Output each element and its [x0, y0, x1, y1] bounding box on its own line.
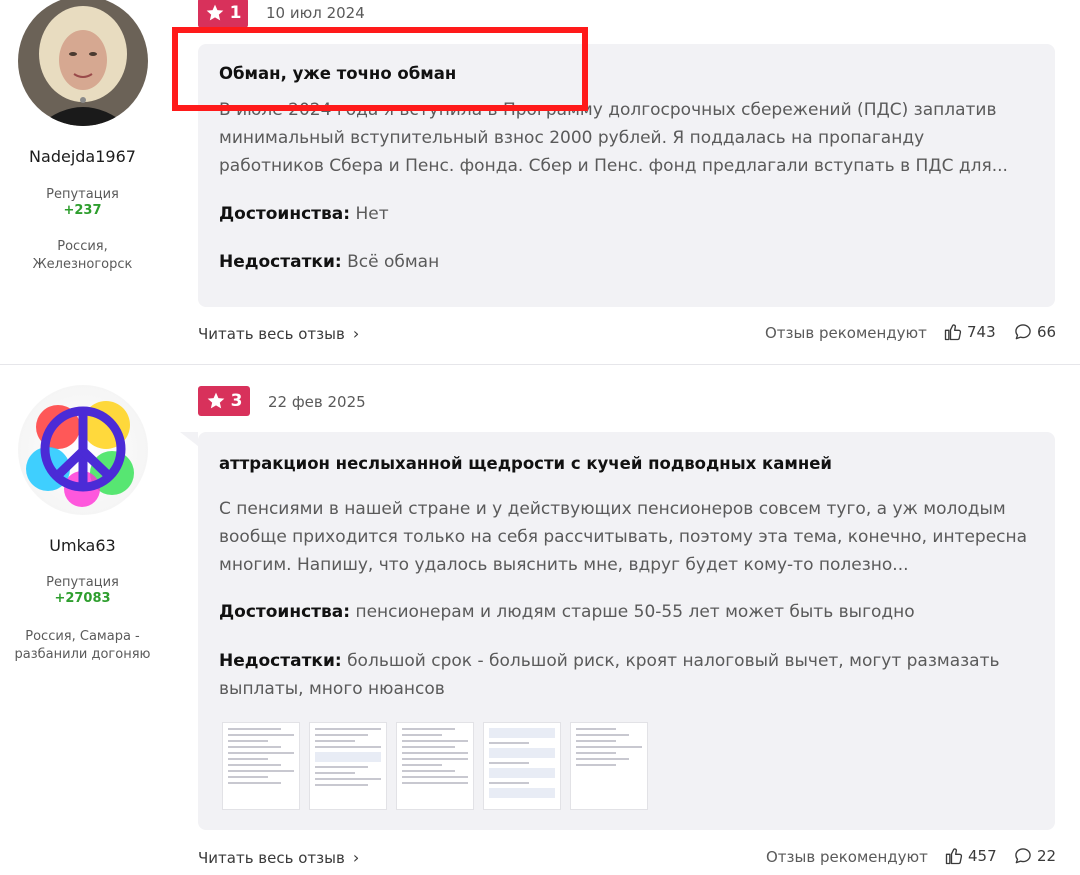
review-cons: Недостатки: большой срок - большой риск,…	[219, 647, 1034, 703]
read-more-label: Читать весь отзыв	[198, 324, 345, 343]
pros-text: пенсионерам и людям старше 50-55 лет мож…	[355, 602, 915, 622]
reputation-label: Репутация	[46, 187, 119, 202]
reputation-value: +27083	[54, 591, 111, 606]
pros-label: Достоинства:	[219, 602, 351, 622]
author-location: Россия, Самара - разбанили догоняю	[14, 629, 151, 662]
rating-badge: 1	[198, 0, 248, 28]
comments-count: 22	[1037, 847, 1057, 865]
thumbs-up-icon	[945, 848, 963, 865]
review-date: 10 июл 2024	[266, 4, 365, 22]
cons-text: Всё обман	[347, 252, 440, 272]
highlight-annotation	[172, 27, 588, 111]
review-pros: Достоинства: пенсионерам и людям старше …	[219, 598, 1034, 626]
recommend-label: Отзыв рекомендуют	[766, 848, 928, 866]
photo-thumbnail[interactable]	[309, 722, 387, 810]
avatar-photo	[18, 0, 148, 126]
like-button[interactable]: 743	[943, 322, 996, 342]
read-more-label: Читать весь отзыв	[198, 848, 345, 867]
comments-button[interactable]: 22	[1013, 846, 1056, 866]
avatar[interactable]	[18, 0, 148, 126]
cons-label: Недостатки:	[219, 651, 342, 671]
thumbs-up-icon	[944, 324, 962, 341]
review-card: Umka63 Репутация +27083 Россия, Самара -…	[0, 365, 1080, 875]
comment-icon	[1015, 848, 1031, 864]
rating-value: 1	[229, 3, 242, 23]
rating-badge: 3	[198, 386, 250, 416]
read-more-link[interactable]: Читать весь отзыв ›	[198, 848, 359, 867]
author-name[interactable]: Nadejda1967	[0, 147, 165, 166]
peace-sign-avatar	[18, 385, 148, 515]
review-title[interactable]: аттракцион неслыханной щедрости с кучей …	[219, 454, 832, 473]
review-date: 22 фев 2025	[268, 393, 366, 411]
review-cons: Недостатки: Всё обман	[219, 248, 1034, 276]
photo-thumbnail[interactable]	[483, 722, 561, 810]
cons-label: Недостатки:	[219, 252, 342, 272]
recommend-label: Отзыв рекомендуют	[765, 324, 927, 342]
card-pointer	[180, 432, 198, 446]
author-location: Россия, Железногорск	[32, 239, 133, 272]
comments-button[interactable]: 66	[1013, 322, 1056, 342]
star-icon	[206, 4, 223, 21]
pros-label: Достоинства:	[219, 204, 351, 224]
review-excerpt: С пенсиями в нашей стране и у действующи…	[219, 499, 1028, 575]
pros-text: Нет	[355, 204, 389, 224]
read-more-link[interactable]: Читать весь отзыв ›	[198, 324, 359, 343]
comment-icon	[1015, 324, 1031, 340]
photo-thumbnails	[222, 722, 648, 810]
star-icon	[207, 392, 224, 409]
photo-thumbnail[interactable]	[222, 722, 300, 810]
avatar[interactable]	[18, 385, 148, 515]
likes-count: 743	[967, 323, 996, 341]
review-pros: Достоинства: Нет	[219, 200, 1034, 228]
like-button[interactable]: 457	[944, 846, 997, 866]
photo-thumbnail[interactable]	[570, 722, 648, 810]
chevron-right-icon: ›	[352, 848, 360, 867]
author-name[interactable]: Umka63	[0, 536, 165, 555]
reputation-value: +237	[63, 203, 102, 218]
photo-thumbnail[interactable]	[396, 722, 474, 810]
review-body: аттракцион неслыханной щедрости с кучей …	[198, 432, 1055, 830]
likes-count: 457	[968, 847, 997, 865]
comments-count: 66	[1037, 323, 1057, 341]
rating-value: 3	[230, 391, 243, 411]
chevron-right-icon: ›	[352, 324, 360, 343]
reputation-label: Репутация	[46, 575, 119, 590]
